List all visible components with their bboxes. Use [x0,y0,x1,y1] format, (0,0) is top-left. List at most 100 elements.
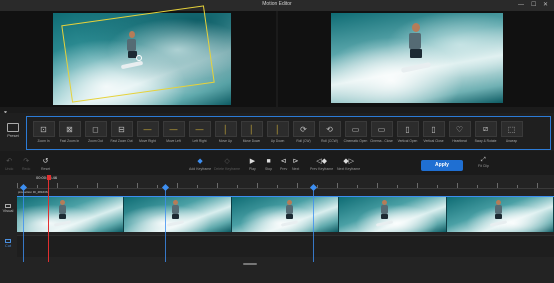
output-video-frame [331,13,503,103]
camera-icon [7,123,19,132]
preset-item[interactable]: ♡ Heartbeat [447,119,472,147]
preset-item[interactable]: — Move Right [135,119,160,147]
ruler-tick [197,185,198,188]
preset-item[interactable]: ▭ Cinematic Open [343,119,368,147]
playback-toolbar: ↶ Undo ↷ Redo ↺ Reset ◆ Add Keyframe ◇ D… [0,155,554,174]
roll-ccw-icon: ⟲ [318,121,341,137]
stop-button[interactable]: ■ Stop [265,157,272,171]
clip-thumbnail [124,197,232,232]
minimize-button[interactable]: — [518,1,524,9]
next-frame-button[interactable]: ⊳ Next [292,157,299,171]
ruler-tick [437,185,438,188]
redo-button[interactable]: ↷ Redo [22,157,30,171]
prev-keyframe-button[interactable]: ◁◆ Prev Keyframe [310,157,333,171]
title-bar: Motion Editor — ☐ ✕ [0,0,554,11]
move-up-icon: │ [214,121,237,137]
ruler-tick [17,183,18,188]
move-right-icon: — [136,121,159,137]
preset-item[interactable]: ⟲ Roll (CCW) [317,119,342,147]
ruler-tick [57,183,58,188]
cinematic-open-icon: ▭ [344,121,367,137]
preset-item[interactable]: ▯ Vertical Close [421,119,446,147]
timeline: 00:00:06.46 Visual Cut production ID_481… [0,175,554,283]
preset-item[interactable]: │ Move Down [239,119,264,147]
ruler-tick [277,185,278,188]
visual-track-label[interactable]: Visual [0,204,16,213]
preset-item[interactable]: ▯ Vertical Open [395,119,420,147]
preset-item[interactable]: — Move Left [161,119,186,147]
move-left-icon: — [162,121,185,137]
next-label: Next [292,167,300,171]
preset-item[interactable]: ⬚ Unwrap [499,119,524,147]
cut-track[interactable] [17,235,554,257]
visual-track-name: Visual [2,208,14,213]
crop-center-handle[interactable] [136,55,142,61]
preset-item[interactable]: ▭ Cinema - Close [369,119,394,147]
clip-thumbnail [339,197,447,232]
ruler-tick [257,183,258,188]
cut-track-label[interactable]: Cut [0,239,16,248]
undo-icon: ↶ [6,158,13,165]
delete-keyframe-icon: ◇ [224,158,230,165]
ruler-tick [217,183,218,188]
source-preview [0,5,276,107]
ruler-tick [497,183,498,188]
stop-label: Stop [265,167,273,171]
preset-item-label: Zoom In [37,139,50,143]
preset-item[interactable]: ⟳ Roll (CW) [291,119,316,147]
ruler-tick [37,185,38,188]
prev-keyframe-icon: ◁◆ [316,158,327,165]
preset-item[interactable]: ⊡ Zoom In [31,119,56,147]
close-button[interactable]: ✕ [543,1,548,9]
next-keyframe-button[interactable]: ◆▷ Next Keyframe [337,157,360,171]
delete-keyframe-button[interactable]: ◇ Delete Keyframe [214,157,240,171]
timeline-scroll-handle[interactable] [243,263,257,265]
vertical-open-icon: ▯ [396,121,419,137]
preset-item-label: Up Down [270,139,285,143]
fit-clip-button[interactable]: ⤢ Fit Clip [478,157,489,168]
ruler-tick [297,183,298,188]
unwrap-icon: ⬚ [500,121,523,137]
preset-item-label: Unwrap [505,139,518,143]
add-keyframe-icon: ◆ [197,158,203,165]
preset-item[interactable]: ◻ Zoom Out [83,119,108,147]
next-keyframe-icon: ◆▷ [343,158,354,165]
next-icon: ⊳ [292,158,299,165]
preset-item-label: Move Right [139,139,156,143]
video-track[interactable] [17,196,554,232]
next-keyframe-label: Next Keyframe [337,167,361,171]
preset-item[interactable]: ⊟ Fast Zoom Out [109,119,134,147]
play-label: Play [249,167,256,171]
prev-frame-button[interactable]: ⊲ Prev [280,157,287,171]
clip-thumbnail [446,197,554,232]
play-button[interactable]: ▶ Play [249,157,256,171]
add-keyframe-button[interactable]: ◆ Add Keyframe [189,157,211,171]
undo-button[interactable]: ↶ Undo [5,157,13,171]
reset-icon: ↺ [42,158,49,165]
preset-item[interactable]: — Left Right [187,119,212,147]
reset-button[interactable]: ↺ Reset [41,157,50,171]
maximize-button[interactable]: ☐ [531,1,536,9]
output-preview [278,11,554,107]
cut-track-name: Cut [4,243,12,248]
ruler-tick [317,185,318,188]
preset-tab[interactable]: Preset [2,123,24,138]
preset-item-label: Heartbeat [452,139,467,143]
preset-item[interactable]: ⊠ Fast Zoom In [57,119,82,147]
undo-label: Undo [5,167,14,171]
prev-keyframe-label: Prev Keyframe [310,167,334,171]
preset-selection-box: ⊡ Zoom In ⊠ Fast Zoom In ◻ Zoom Out ⊟ Fast Zoom… [26,116,551,150]
ruler-tick [157,185,158,188]
apply-button[interactable]: Apply [421,160,463,171]
preset-item-label: Roll (CW) [296,139,311,143]
preset-item[interactable]: │ Move Up [213,119,238,147]
preset-item-label: Move Up [218,139,233,143]
preset-item[interactable]: │ Up Down [265,119,290,147]
preset-item[interactable]: ⧄ Sway & Rotate [473,119,498,147]
preset-item-label: Move Left [166,139,181,143]
time-ruler[interactable] [17,180,554,189]
ruler-tick [397,185,398,188]
stop-icon: ■ [266,158,271,165]
ruler-tick [77,185,78,188]
redo-icon: ↷ [23,158,30,165]
